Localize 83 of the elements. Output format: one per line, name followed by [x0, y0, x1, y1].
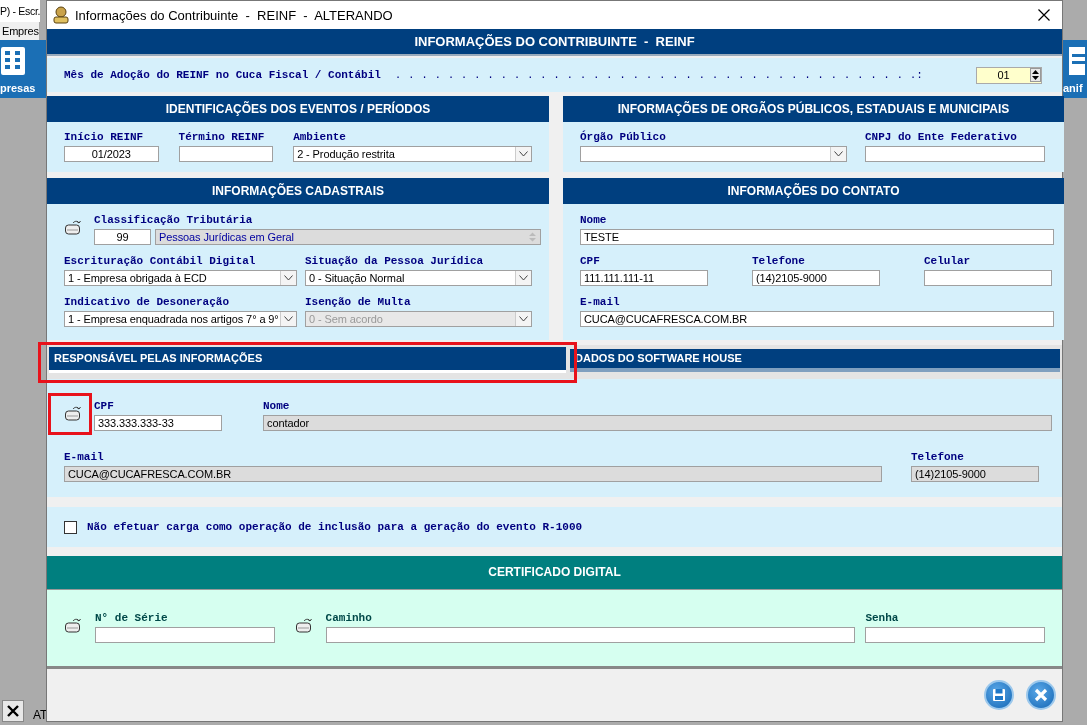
chevron-icon [519, 316, 528, 322]
input-field[interactable] [865, 146, 1045, 162]
chevron-icon [519, 275, 528, 281]
field-label: Caminho [325, 612, 373, 625]
input-field[interactable]: 111.111.111-11 [580, 270, 708, 286]
close-icon [1034, 688, 1048, 702]
dropdown-field[interactable]: 0 - Situação Normal [304, 270, 532, 286]
input-field[interactable] [924, 270, 1052, 286]
field-label: Mês de Adoção do REINF no Cuca Fiscal / Contábil [64, 68, 381, 82]
field-label: N° de Série [95, 612, 169, 625]
field-label: Término REINF [178, 131, 266, 144]
dropdown-field: Pessoas Jurídicas em Geral [155, 229, 541, 245]
drive-arrow-icon[interactable] [64, 220, 82, 236]
chevron-icon [519, 151, 528, 157]
field-label: Escrituração Contábil Digital [64, 255, 257, 268]
dropdown-field[interactable]: 2 - Produção restrita [293, 146, 532, 162]
input-field[interactable] [865, 627, 1045, 643]
close-button[interactable] [2, 700, 24, 722]
close-icon [7, 705, 19, 717]
input-field[interactable]: (14)2105-9000 [911, 466, 1039, 482]
chevron-icon [834, 151, 843, 157]
drive-arrow-icon[interactable] [64, 406, 82, 422]
window-title: Informações do Contribuinte - REINF - ALTERANDO [75, 7, 393, 23]
field-label: Situação da Pessoa Jurídica [304, 255, 485, 268]
dropdown-field[interactable]: 1 - Empresa obrigada à ECD [64, 270, 297, 286]
leader-dots: . . . . . . . . . . . . . . . . . . . . . . . . . . . . . . . . . . . . . . . .: [394, 69, 923, 81]
toolbar-button[interactable]: presas [0, 40, 46, 98]
drive-arrow-icon[interactable] [64, 618, 82, 634]
window-title: P) - Escr. [0, 0, 41, 22]
section-header: INFORMAÇÕES DO CONTATO [563, 178, 1064, 204]
section-header: IDENTIFICAÇÕES DOS EVENTOS / PERÍODOS [47, 96, 549, 122]
close-icon [1038, 9, 1050, 21]
close-button[interactable] [1036, 7, 1052, 23]
tab[interactable]: RESPONSÁVEL PELAS INFORMAÇÕES [49, 347, 566, 373]
input-field[interactable] [95, 627, 275, 643]
chevron-icon [283, 316, 293, 322]
drive-arrow-icon[interactable] [294, 618, 313, 634]
form-header: INFORMAÇÕES DO CONTRIBUINTE - REINF [47, 29, 1062, 56]
month-spinner[interactable]: 01 [976, 66, 1042, 84]
input-field[interactable]: 99 [94, 229, 151, 245]
field-label: Ambiente [293, 131, 347, 144]
input-field[interactable] [325, 627, 856, 643]
field-label: Classificação Tributária [94, 214, 254, 227]
field-label: Órgão Público [580, 131, 667, 144]
dropdown-field[interactable] [580, 146, 847, 162]
dropdown-field[interactable]: 1 - Empresa enquadrada nos artigos 7° a 9° [64, 311, 297, 327]
field-label: E-mail [64, 451, 105, 464]
field-label: Telefone [911, 451, 965, 464]
input-field[interactable]: TESTE [580, 229, 1054, 245]
app-icon [52, 6, 70, 24]
field-label: E-mail [580, 296, 621, 309]
field-label: Telefone [752, 255, 806, 268]
input-field[interactable]: 333.333.333-33 [94, 415, 222, 431]
field-label: Nome [580, 214, 608, 227]
input-field[interactable]: 01/2023 [64, 146, 159, 162]
spin-arrows-icon [528, 231, 537, 243]
field-label: Isenção de Multa [304, 296, 412, 309]
chevron-icon [283, 275, 293, 281]
field-label: Indicativo de Desoneração [64, 296, 231, 309]
status-text: AT [33, 708, 48, 722]
section-header: INFORMAÇÕES CADASTRAIS [47, 178, 549, 204]
menu-item[interactable]: Empres [0, 22, 39, 40]
spin-arrows-icon [1030, 68, 1041, 82]
field-label: Nome [263, 400, 291, 413]
building-icon [0, 46, 26, 76]
toolbar-button[interactable]: anif [1063, 40, 1087, 98]
input-field[interactable]: (14)2105-9000 [752, 270, 880, 286]
input-field[interactable]: CUCA@CUCAFRESCA.COM.BR [64, 466, 882, 482]
section-header: CERTIFICADO DIGITAL [47, 556, 1062, 590]
field-label: CPF [94, 400, 115, 413]
highlight-frame [48, 393, 92, 435]
input-field[interactable]: CUCA@CUCAFRESCA.COM.BR [580, 311, 1054, 327]
section-header: INFORMAÇÕES DE ORGÃOS PÚBLICOS, ESTADUAIS E MUNICIPAIS [563, 96, 1064, 122]
save-button[interactable] [984, 680, 1014, 710]
checkbox[interactable] [64, 520, 77, 534]
field-label: CNPJ do Ente Federativo [865, 131, 1018, 144]
field-label: Início REINF [64, 131, 145, 144]
field-label: Celular [924, 255, 972, 268]
input-field[interactable]: contador [263, 415, 1052, 431]
field-label: Senha [865, 612, 900, 625]
input-field[interactable] [178, 146, 274, 162]
checkbox-label: Não efetuar carga como operação de inclusão para a geração do evento R-1000 [87, 520, 583, 534]
field-label: CPF [580, 255, 601, 268]
